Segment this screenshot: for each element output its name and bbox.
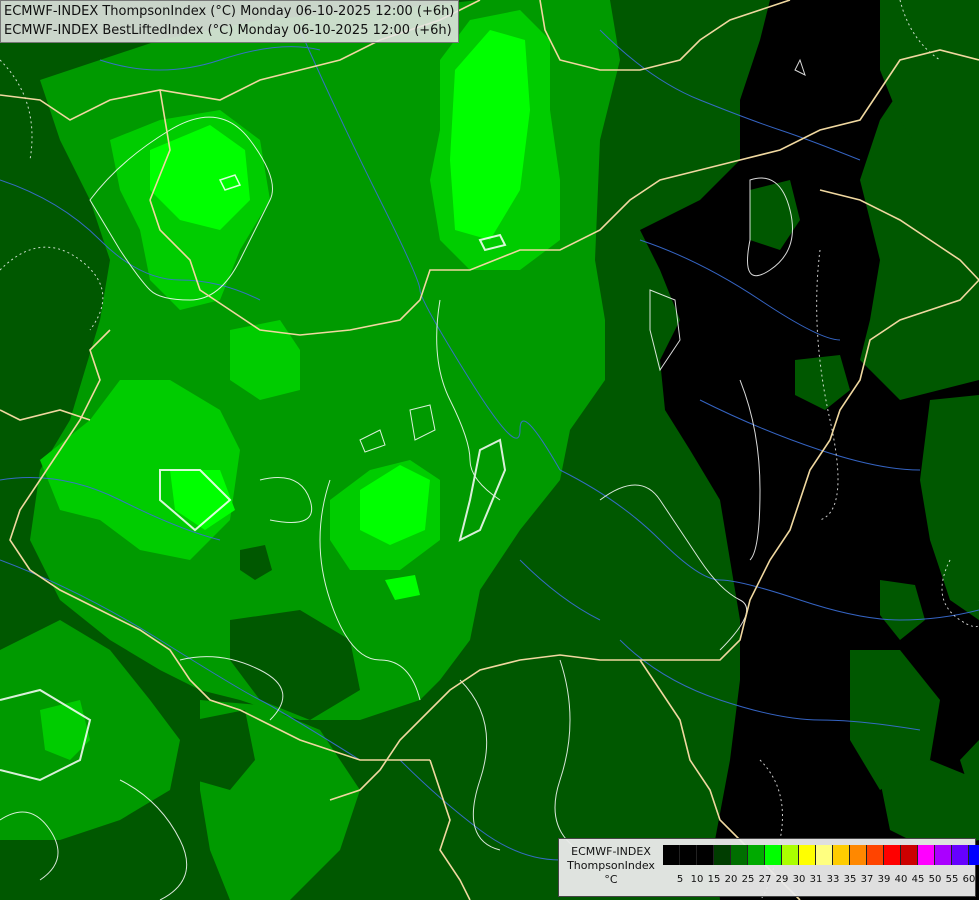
- legend-swatch: [714, 845, 731, 865]
- legend-title-model: ECMWF-INDEX: [571, 845, 651, 858]
- legend-swatch: [969, 845, 979, 865]
- legend-tick-label: 39: [877, 874, 891, 885]
- color-legend: ECMWF-INDEX ThompsonIndex °C 5 10 15 20 25 27…: [558, 838, 979, 897]
- legend-tick-label: 40: [894, 874, 908, 885]
- legend-swatch: [748, 845, 765, 865]
- legend-title-index: ThompsonIndex: [567, 859, 655, 872]
- legend-tick-label: 55: [945, 874, 959, 885]
- legend-swatch: [901, 845, 918, 865]
- legend-swatch: [697, 845, 714, 865]
- map-title-thompson: ECMWF-INDEX ThompsonIndex (°C) Monday 06…: [4, 4, 455, 19]
- legend-swatch: [680, 845, 697, 865]
- legend-tick-label: 50: [928, 874, 942, 885]
- legend-swatch: [952, 845, 969, 865]
- legend-ticks: 5 10 15 20 25 27 29 30 31 33 35 37 39 40 45 50 55 60: [663, 874, 976, 888]
- legend-tick-label: 20: [724, 874, 738, 885]
- weather-map: [0, 0, 979, 900]
- legend-swatch: [816, 845, 833, 865]
- legend-swatch: [918, 845, 935, 865]
- legend-swatch: [731, 845, 748, 865]
- legend-swatch: [867, 845, 884, 865]
- legend-swatch: [663, 845, 680, 865]
- legend-tick-label: 29: [775, 874, 789, 885]
- legend-title-unit: °C: [604, 873, 618, 886]
- map-title-box: ECMWF-INDEX ThompsonIndex (°C) Monday 06…: [0, 0, 460, 43]
- legend-tick-label: 31: [809, 874, 823, 885]
- legend-tick-label: 5: [676, 874, 684, 885]
- map-title-bestlifted: ECMWF-INDEX BestLiftedIndex (°C) Monday …: [4, 23, 452, 38]
- legend-swatch: [782, 845, 799, 865]
- legend-title: ECMWF-INDEX ThompsonIndex °C: [562, 845, 660, 887]
- legend-swatches: [663, 845, 979, 865]
- legend-swatch: [799, 845, 816, 865]
- legend-swatch: [935, 845, 952, 865]
- legend-tick-label: 15: [707, 874, 721, 885]
- legend-tick-label: 33: [826, 874, 840, 885]
- legend-swatch: [884, 845, 901, 865]
- legend-tick-label: 30: [792, 874, 806, 885]
- legend-tick-label: 45: [911, 874, 925, 885]
- legend-tick-label: 37: [860, 874, 874, 885]
- legend-tick-label: 35: [843, 874, 857, 885]
- legend-tick-label: 25: [741, 874, 755, 885]
- legend-swatch: [850, 845, 867, 865]
- legend-tick-label: 27: [758, 874, 772, 885]
- legend-swatch: [765, 845, 782, 865]
- legend-tick-label: 10: [690, 874, 704, 885]
- legend-tick-label: 60: [962, 874, 976, 885]
- legend-swatch: [833, 845, 850, 865]
